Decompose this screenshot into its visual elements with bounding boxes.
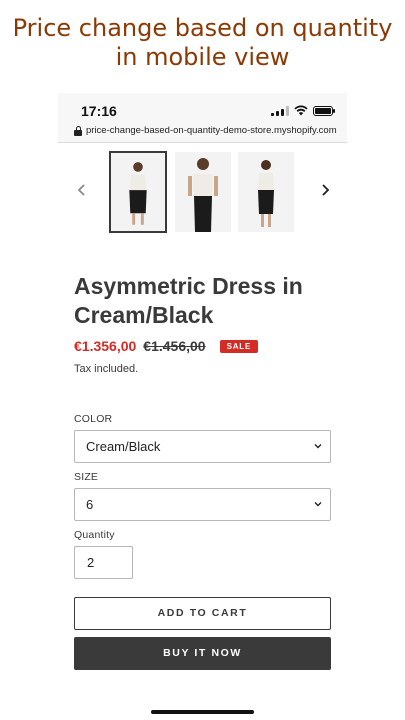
chevron-left-icon[interactable] <box>72 180 92 200</box>
status-icons <box>271 105 335 116</box>
quantity-label: Quantity <box>74 529 115 541</box>
address-bar[interactable]: price-change-based-on-quantity-demo-stor… <box>74 125 337 136</box>
chevron-right-icon[interactable] <box>315 180 335 200</box>
url-text: price-change-based-on-quantity-demo-stor… <box>86 125 337 136</box>
home-indicator <box>151 710 254 714</box>
sale-badge: SALE <box>219 339 259 353</box>
size-select[interactable]: 6 <box>74 488 331 521</box>
chevron-down-icon <box>314 444 322 449</box>
tax-note: Tax included. <box>74 363 139 375</box>
size-label: SIZE <box>74 471 99 483</box>
add-to-cart-button[interactable]: ADD TO CART <box>74 597 331 630</box>
product-title: Asymmetric Dress in Cream/Black <box>74 273 303 328</box>
sale-price: €1.356,00 <box>74 338 137 354</box>
thumbnail-pose[interactable] <box>175 152 231 232</box>
color-select[interactable]: Cream/Black <box>74 430 331 463</box>
product-gallery <box>58 150 347 234</box>
price-row: €1.356,00 €1.456,00 SALE <box>74 338 259 354</box>
size-select-value: 6 <box>86 497 94 512</box>
wifi-icon <box>294 105 308 116</box>
page-caption: Price change based on quantity in mobile… <box>0 14 405 72</box>
compare-at-price: €1.456,00 <box>143 338 206 354</box>
lock-icon <box>74 125 82 136</box>
color-select-value: Cream/Black <box>86 439 161 454</box>
status-time: 17:16 <box>81 103 117 119</box>
color-label: COLOR <box>74 413 113 425</box>
battery-icon <box>313 106 335 116</box>
signal-icon <box>271 106 289 116</box>
caption-line-2: in mobile view <box>115 43 290 71</box>
buy-it-now-button[interactable]: BUY IT NOW <box>74 637 331 670</box>
chevron-down-icon <box>314 502 322 507</box>
quantity-input[interactable]: 2 <box>74 546 133 579</box>
thumbnail-front[interactable] <box>109 151 167 233</box>
caption-line-1: Price change based on quantity <box>12 14 393 42</box>
thumbnail-back[interactable] <box>238 152 294 232</box>
browser-status-bar: 17:16 price-change-based-on-quantity-dem… <box>58 93 347 143</box>
